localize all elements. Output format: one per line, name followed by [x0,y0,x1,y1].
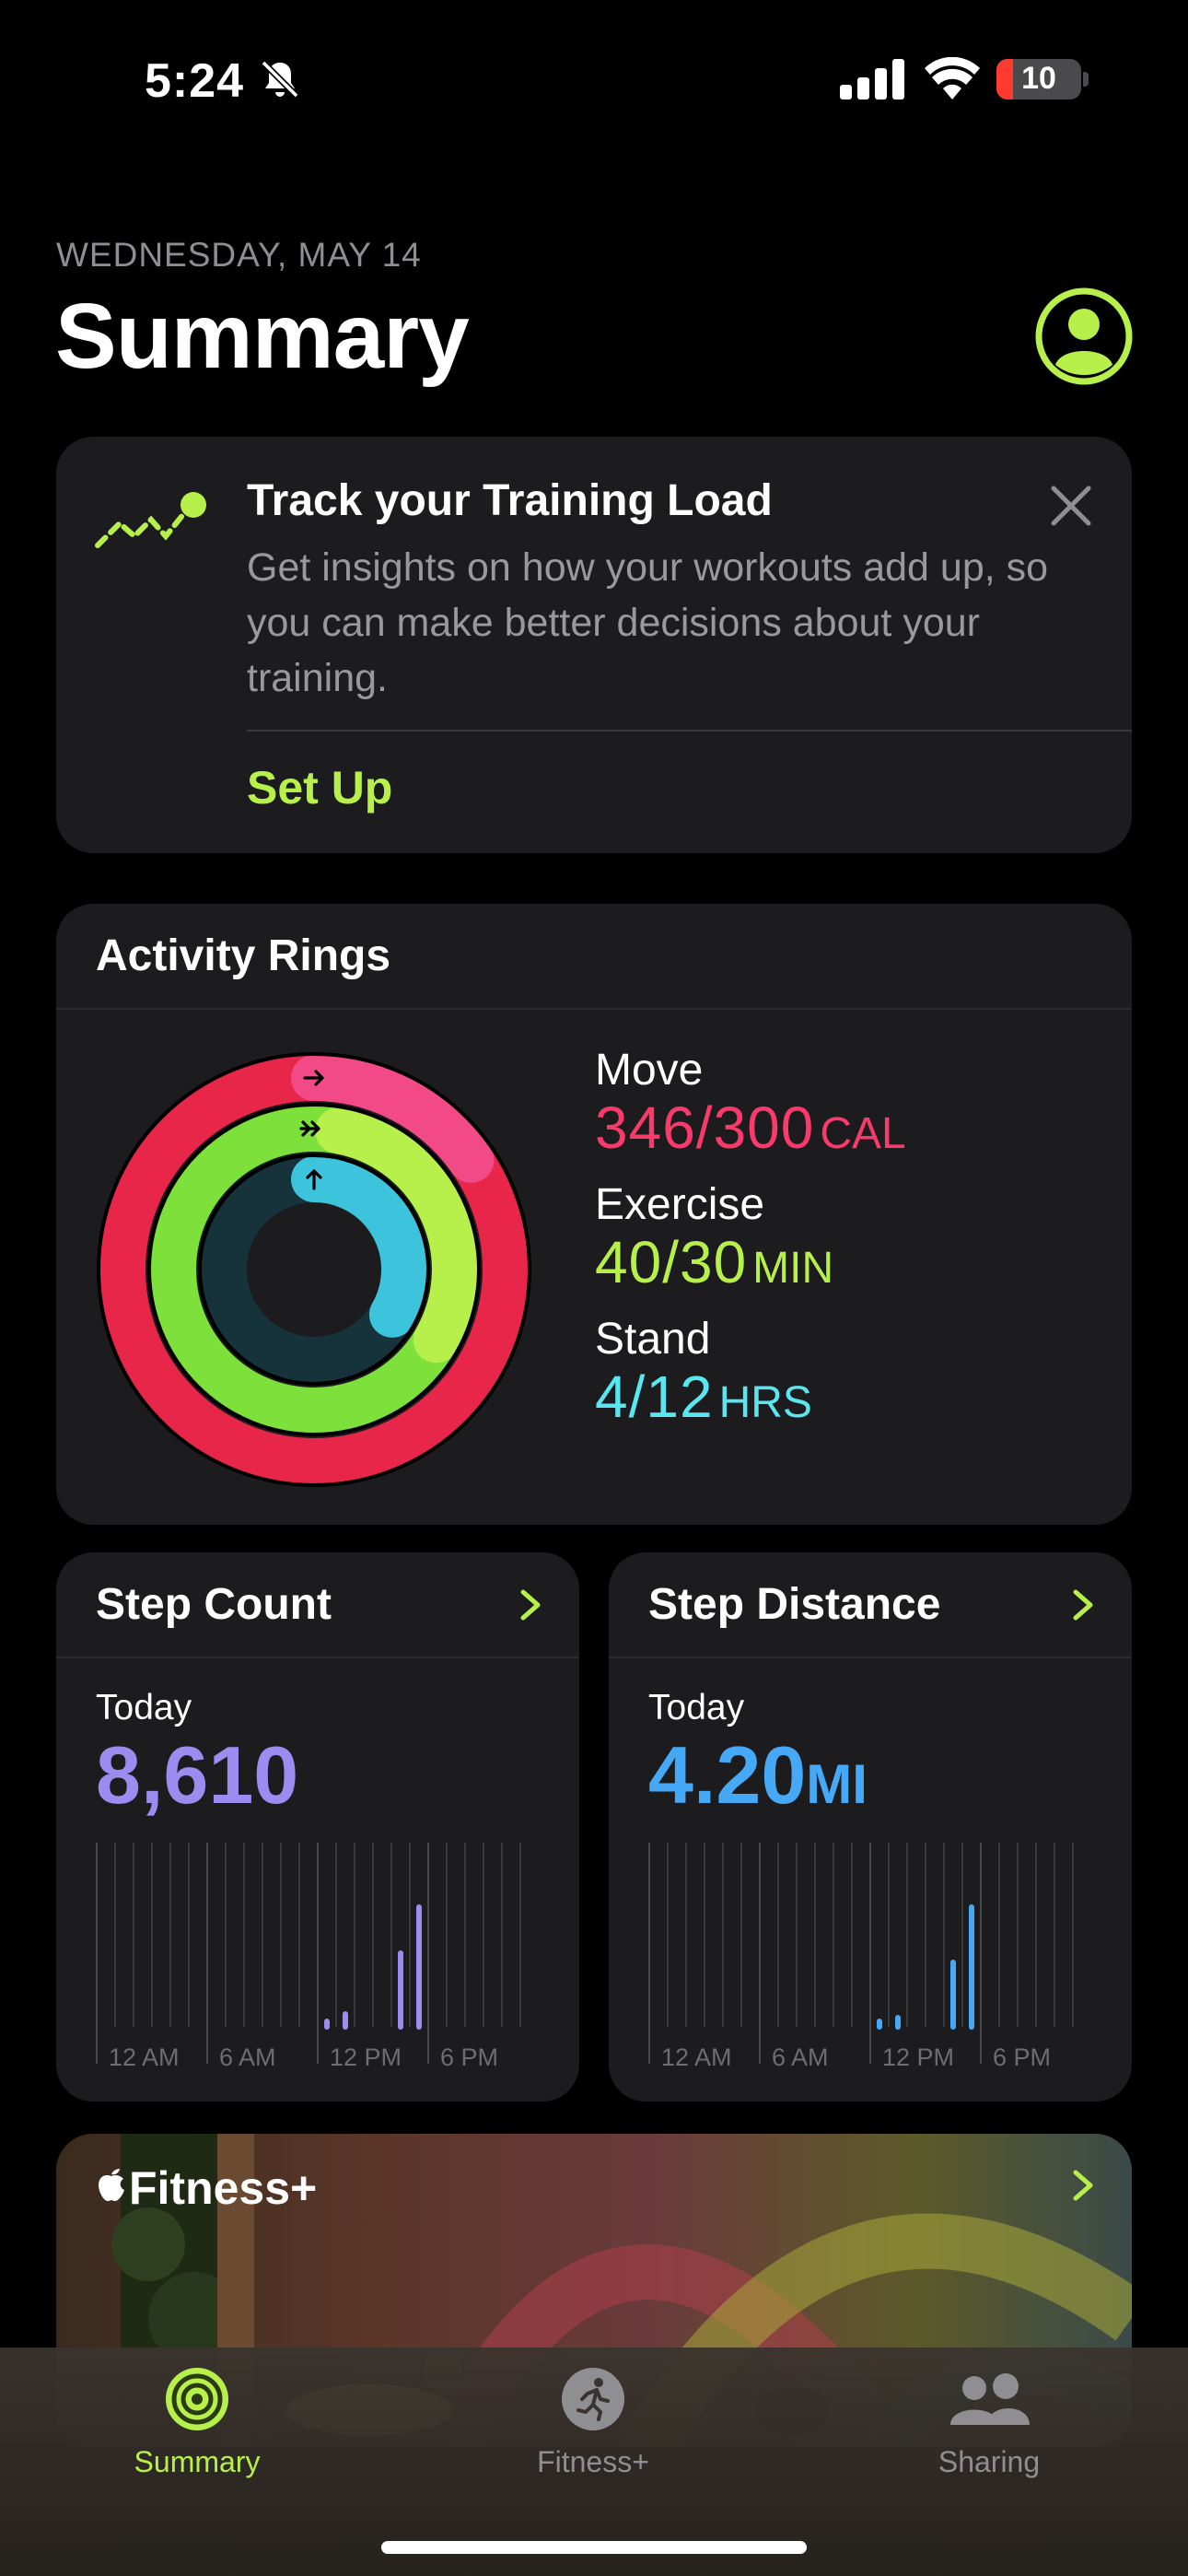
step-count-hourly-chart: 12 AM 6 AM 12 PM 6 PM [96,1843,521,2071]
chart-axis-label: 6 PM [440,2043,498,2071]
activity-rings-graphic [97,1052,531,1487]
tab-summary-label: Summary [134,2445,261,2478]
tab-summary[interactable]: Summary [123,2366,271,2479]
status-time: 5:24 [145,54,245,108]
step-count-value: 8,610 [96,1729,299,1821]
training-load-title: Track your Training Load [247,476,773,525]
step-count-title: Step Count [96,1580,332,1629]
exercise-label: Exercise [595,1180,765,1229]
exercise-value: 40/30 [595,1229,748,1295]
step-distance-period: Today [648,1688,745,1727]
activity-rings-title: Activity Rings [96,931,391,980]
fitness-plus-title: Fitness+ [129,2162,318,2214]
people-icon [950,2373,1030,2425]
divider [247,730,1132,732]
step-distance-value: 4.20 [648,1729,807,1821]
page-title: Summary [55,285,470,388]
date-label: WEDNESDAY, MAY 14 [56,236,422,274]
tab-sharing-label: Sharing [938,2445,1041,2478]
step-distance-title: Step Distance [648,1580,941,1629]
divider [56,1657,579,1658]
move-value: 346/300 [595,1095,815,1161]
stand-unit: HRS [718,1378,812,1427]
chevron-right-icon[interactable] [1068,1587,1098,1623]
bell-muted-icon [261,60,299,99]
chart-axis-label: 12 AM [661,2043,732,2071]
tab-sharing[interactable]: Sharing [915,2366,1063,2479]
chart-axis-label: 6 PM [993,2043,1051,2071]
exercise-unit: MIN [752,1244,834,1293]
running-figure-icon [562,2368,624,2430]
battery-tip [1083,72,1089,87]
activity-rings-icon [166,2368,228,2430]
set-up-button[interactable]: Set Up [247,761,392,814]
chevron-right-icon[interactable] [516,1587,545,1623]
cellular-signal-icon [840,59,904,100]
move-unit: CAL [820,1109,906,1158]
step-count-period: Today [96,1688,192,1727]
training-load-trend-icon [95,492,206,548]
wifi-icon [925,57,980,100]
training-load-description: Get insights on how your workouts add up… [247,545,1049,700]
profile-avatar-icon[interactable] [1035,287,1133,385]
move-label: Move [595,1046,704,1095]
step-count-value-wrap: 8,610 [96,1728,298,1822]
step-distance-unit: MI [806,1753,868,1815]
stand-ring-fill [291,1156,427,1338]
step-distance-hourly-chart: 12 AM 6 AM 12 PM 6 PM [648,1843,1074,2071]
chevron-right-icon[interactable] [1068,2167,1098,2204]
chart-axis-label: 6 AM [772,2043,829,2071]
tab-fitness-plus-label: Fitness+ [537,2445,649,2478]
divider [56,1008,1132,1010]
chart-axis-label: 12 PM [330,2043,402,2071]
home-indicator[interactable] [381,2541,807,2554]
battery-percent: 10 [1021,61,1056,96]
step-distance-value-wrap: 4.20MI [648,1728,868,1822]
stand-label: Stand [595,1315,711,1364]
apple-logo-icon [99,2169,124,2201]
close-icon[interactable] [1050,485,1092,527]
chart-axis-label: 12 AM [109,2043,180,2071]
stand-value: 4/12 [595,1364,714,1430]
move-stat: Move 346/300 CAL [595,1045,906,1162]
divider [609,1657,1132,1658]
chart-axis-label: 6 AM [219,2043,276,2071]
battery-indicator: 10 [996,59,1081,100]
chart-axis-label: 12 PM [882,2043,954,2071]
tab-fitness-plus[interactable]: Fitness+ [519,2366,667,2479]
exercise-stat: Exercise 40/30 MIN [595,1179,833,1296]
stand-stat: Stand 4/12 HRS [595,1314,812,1431]
